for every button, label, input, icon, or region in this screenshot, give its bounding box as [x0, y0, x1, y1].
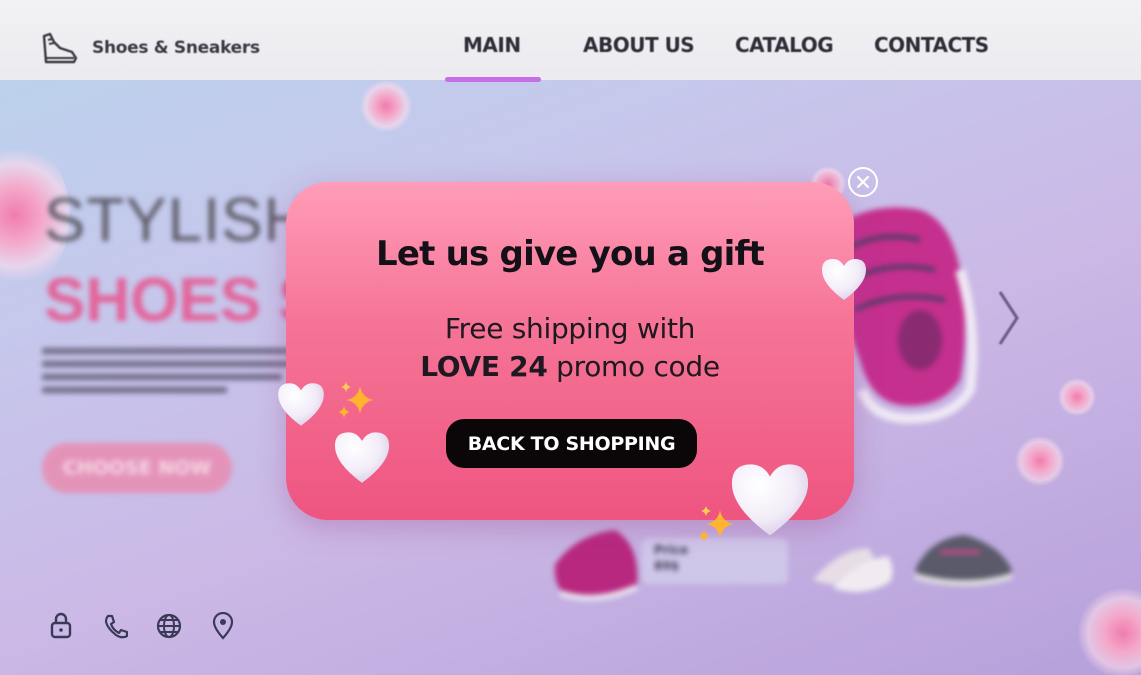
- lock-icon[interactable]: [48, 612, 74, 640]
- beige-flats-thumbnail[interactable]: [808, 540, 896, 595]
- sparkle-icon: [338, 382, 374, 418]
- popup-shipping-text: Free shipping with: [444, 312, 696, 345]
- decorative-orb: [1015, 436, 1065, 486]
- heart-icon: [278, 383, 324, 426]
- promo-code-suffix: promo code: [547, 350, 720, 383]
- heart-icon: [822, 259, 866, 300]
- decorative-orb: [360, 80, 412, 132]
- popup-title: Let us give you a gift: [376, 234, 765, 274]
- nav-item-about-us[interactable]: ABOUT US: [583, 33, 695, 57]
- phone-icon[interactable]: [102, 612, 128, 640]
- shoe-logo-icon: [42, 32, 78, 64]
- decorative-orb: [1078, 588, 1141, 675]
- brand-name: Shoes & Sneakers: [92, 38, 260, 58]
- footer-icons: [48, 612, 236, 640]
- hero-description: [42, 348, 312, 400]
- nav-item-catalog[interactable]: CATALOG: [735, 33, 834, 57]
- brand-logo[interactable]: Shoes & Sneakers: [40, 30, 260, 66]
- carousel-next-icon[interactable]: [995, 288, 1021, 348]
- decorative-orb: [1058, 378, 1096, 416]
- hero-title-line1: STYLISH: [44, 186, 310, 255]
- globe-icon[interactable]: [156, 612, 182, 640]
- gray-sneaker-thumbnail[interactable]: [910, 530, 1018, 590]
- nav-item-contacts[interactable]: CONTACTS: [874, 33, 989, 57]
- heart-icon: [334, 432, 390, 483]
- close-icon: [856, 175, 870, 189]
- price-value: 89$: [654, 559, 680, 573]
- promo-code: LOVE 24: [420, 350, 548, 383]
- choose-now-button[interactable]: CHOOSE NOW: [42, 443, 232, 493]
- popup-close-button[interactable]: [848, 167, 878, 197]
- landing-page-background: Shoes & Sneakers MAIN ABOUT US CATALOG C…: [0, 0, 1141, 675]
- nav-active-indicator: [445, 77, 541, 82]
- hero-title-line2: SHOES S: [44, 266, 320, 335]
- back-to-shopping-button[interactable]: BACK TO SHOPPING: [446, 419, 697, 468]
- site-header: Shoes & Sneakers MAIN ABOUT US CATALOG C…: [0, 0, 1141, 82]
- sparkle-icon: [698, 506, 734, 542]
- pink-sneaker-thumbnail[interactable]: [545, 515, 645, 605]
- location-pin-icon[interactable]: [210, 612, 236, 640]
- nav-item-main[interactable]: MAIN: [463, 33, 521, 57]
